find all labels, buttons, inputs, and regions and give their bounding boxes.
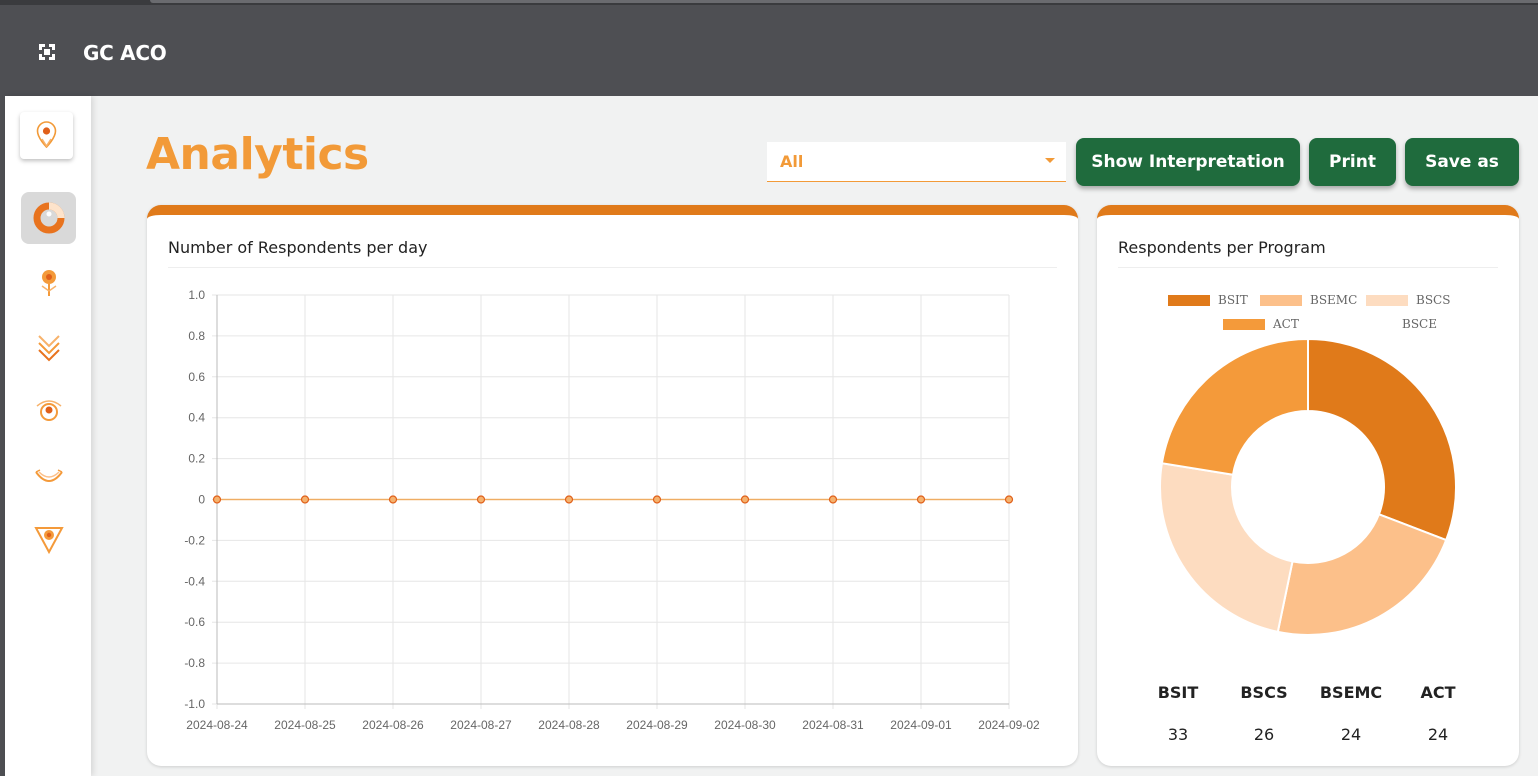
- data-point: [300, 495, 310, 504]
- x-tick-label: 2024-09-02: [978, 718, 1040, 732]
- legend-label: BSCE: [1402, 317, 1437, 331]
- sidebar-item-3[interactable]: [21, 322, 76, 374]
- pie-chart: BSIT BSEMC BSCS ACT BSCE: [1159, 293, 1457, 636]
- summary-label-0: BSIT: [1157, 683, 1199, 702]
- summary-value-3: 24: [1427, 725, 1449, 744]
- y-tick-label: 0: [198, 493, 205, 507]
- summary-value-2: 24: [1340, 725, 1362, 744]
- sidebar-item-5[interactable]: [21, 448, 76, 500]
- y-tick-label: 0.2: [188, 452, 205, 466]
- x-tick-label: 2024-08-27: [450, 718, 512, 732]
- legend-swatch: [1168, 295, 1210, 306]
- data-point: [388, 495, 398, 504]
- page-title: Analytics: [146, 129, 369, 180]
- y-tick-label: 0.8: [188, 329, 205, 343]
- summary-value-1: 26: [1253, 725, 1275, 744]
- line-chart: 1.0 0.8 0.6 0.4 0.2 0 -0.2 -0.4 -0.6 -0.8 -1.0 2024…: [184, 288, 1040, 732]
- logo-icon: [36, 121, 57, 149]
- summary-label-2: BSEMC: [1319, 683, 1383, 702]
- legend-label: BSEMC: [1310, 293, 1357, 307]
- shield-badge-icon: [33, 527, 64, 555]
- sidebar-logo[interactable]: [20, 112, 73, 159]
- x-tick-label: 2024-08-25: [274, 718, 336, 732]
- sidebar-item-6[interactable]: [21, 512, 76, 564]
- legend-label: BSCS: [1416, 293, 1450, 307]
- data-point: [476, 495, 486, 504]
- pie-slice-bscs: [1159, 462, 1294, 634]
- y-tick-label: 0.6: [188, 370, 205, 384]
- pie-chart-title: Respondents per Program: [1118, 238, 1326, 257]
- app-title: GC ACO: [83, 41, 167, 65]
- sidebar-item-4[interactable]: [21, 386, 76, 438]
- program-filter-select[interactable]: All: [767, 142, 1066, 182]
- data-point: [212, 495, 222, 504]
- summary-label-1: BSCS: [1240, 683, 1288, 702]
- data-point: [1004, 495, 1014, 504]
- pie-slice-bsit: [1307, 337, 1457, 542]
- data-point: [564, 495, 574, 504]
- legend-swatch: [1366, 295, 1408, 306]
- respondents-per-day-card: Number of Respondents per day 1.0 0.8 0.6 0…: [147, 205, 1078, 766]
- respondents-per-program-card: Respondents per Program BSIT BSEMC BSCS ACT…: [1097, 205, 1519, 766]
- y-tick-label: -0.4: [184, 574, 205, 588]
- pie-slice-bsemc: [1276, 512, 1448, 636]
- pie-slice-act: [1160, 337, 1309, 476]
- sidebar-item-2[interactable]: [21, 258, 76, 310]
- top-header: GC ACO: [0, 5, 1538, 96]
- eye-badge-icon: [36, 400, 61, 421]
- donut-chart-icon: [33, 202, 64, 234]
- print-button[interactable]: Print: [1309, 138, 1396, 186]
- y-tick-label: -0.8: [184, 656, 205, 670]
- save-as-button[interactable]: Save as: [1405, 138, 1519, 186]
- y-tick-label: 0.4: [188, 411, 205, 425]
- summary-value-0: 33: [1167, 725, 1189, 744]
- smile-curve-icon: [34, 469, 63, 482]
- data-point: [652, 495, 662, 504]
- expand-icon[interactable]: [38, 43, 56, 61]
- y-tick-label: -0.2: [184, 533, 205, 547]
- data-point: [740, 495, 750, 504]
- legend-label: BSIT: [1218, 293, 1248, 307]
- x-tick-label: 2024-08-31: [802, 718, 864, 732]
- y-tick-label: -1.0: [184, 697, 205, 711]
- x-tick-label: 2024-08-26: [362, 718, 424, 732]
- x-tick-label: 2024-08-28: [538, 718, 600, 732]
- legend-swatch: [1223, 319, 1265, 330]
- program-filter-value: All: [780, 152, 804, 171]
- data-point: [828, 495, 838, 504]
- chevrons-down-icon: [37, 335, 60, 362]
- chevron-down-icon: [1045, 158, 1055, 163]
- summary-label-3: ACT: [1420, 683, 1456, 702]
- legend-label: ACT: [1272, 317, 1299, 331]
- sidebar: [5, 96, 91, 776]
- x-tick-label: 2024-08-30: [714, 718, 776, 732]
- y-tick-label: 1.0: [188, 288, 205, 302]
- y-tick-label: -0.6: [184, 615, 205, 629]
- pin-icon: [41, 270, 56, 296]
- legend-swatch: [1260, 295, 1302, 306]
- show-interpretation-button[interactable]: Show Interpretation: [1076, 138, 1300, 186]
- x-tick-label: 2024-08-29: [626, 718, 688, 732]
- sidebar-item-analytics[interactable]: [21, 192, 76, 244]
- x-tick-label: 2024-09-01: [890, 718, 952, 732]
- x-tick-label: 2024-08-24: [186, 718, 248, 732]
- data-point: [916, 495, 926, 504]
